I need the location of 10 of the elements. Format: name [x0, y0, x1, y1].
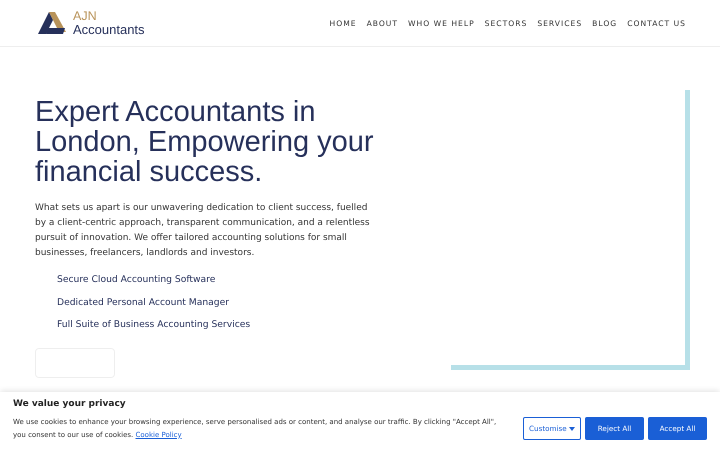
- hero-description: What sets us apart is our unwavering dedication to client success, fuelled by a client-centric approach, transparent communication, and a relentless pursuit of innovation. We offer tailored accounting solutions for small businesses, freelancers, landlords and investors.: [35, 202, 371, 260]
- banner-title: We value your privacy: [13, 399, 127, 409]
- logo-text: Accountants: [73, 23, 145, 36]
- caret-icon: [568, 427, 575, 431]
- hero-heading: Expert Accountants in London, Empowering your financial success.: [35, 97, 375, 187]
- feature-item: Full Suite of Business Accounting Services: [57, 318, 252, 332]
- logo-icon: [38, 12, 67, 34]
- feature-item: Secure Cloud Accounting Software: [57, 273, 216, 286]
- feature-item: Dedicated Personal Account Manager: [57, 296, 230, 309]
- logo-text: AJN: [73, 10, 98, 23]
